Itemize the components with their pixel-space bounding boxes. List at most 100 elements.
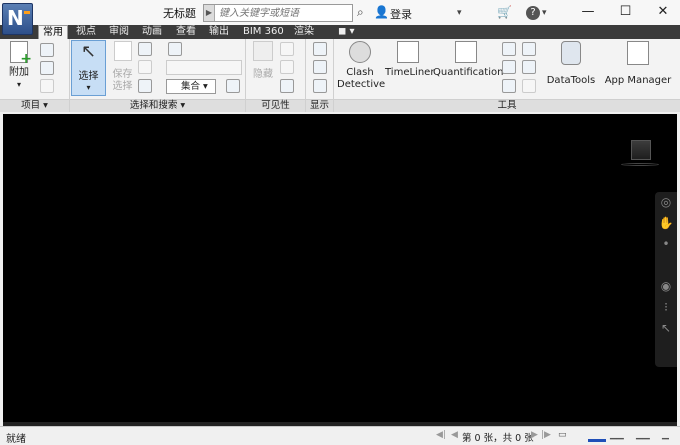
tab-view[interactable]: 查看 [172, 25, 200, 39]
login-button[interactable]: 登录 [390, 6, 412, 22]
select-all-icon[interactable] [138, 42, 152, 56]
search-box[interactable]: ▶ [203, 4, 353, 22]
quantification-icon [455, 41, 477, 63]
close-button[interactable]: ✕ [646, 0, 680, 25]
binoculars-icon[interactable]: ⌕ [357, 5, 364, 20]
refresh-icon[interactable] [40, 43, 54, 57]
prev-sheet-icon[interactable]: ◀ [451, 430, 458, 440]
scripter-icon[interactable] [502, 60, 516, 74]
page-indicator: 第 0 张，共 0 张 [462, 433, 534, 444]
panel-project: + 附加 ▾ 项目 ▾ [0, 39, 70, 112]
appearance-profiler-icon[interactable] [522, 42, 536, 56]
logo-accent [24, 11, 30, 14]
orbit-icon[interactable]: ◉ [655, 276, 677, 297]
application-menu-button[interactable]: N [2, 3, 33, 35]
last-sheet-icon[interactable]: |▶ [541, 430, 551, 440]
tab-review[interactable]: 审阅 [105, 25, 133, 39]
unhide-all-icon[interactable] [280, 79, 294, 93]
viewcube-icon[interactable] [631, 140, 651, 160]
tab-animation[interactable]: 动画 [138, 25, 166, 39]
require-icon[interactable] [280, 42, 294, 56]
panel-label[interactable]: 项目 ▾ [0, 99, 69, 112]
walk-icon[interactable]: ⁝ [655, 297, 677, 318]
login-dropdown-icon[interactable]: ▾ [457, 8, 462, 18]
tab-render[interactable]: 渲染 [290, 25, 318, 39]
select-pointer-icon[interactable]: ↖ [655, 318, 677, 339]
cursor-icon: ↖ [80, 41, 97, 62]
hide-unselected-icon[interactable] [280, 60, 294, 74]
batch-utility-icon[interactable] [522, 60, 536, 74]
next-sheet-icon[interactable]: ▶ [531, 430, 538, 440]
find-items-icon[interactable] [168, 42, 182, 56]
save-selection-button[interactable]: 保存 选择 [110, 41, 135, 93]
selection-tree-icon[interactable] [138, 79, 152, 93]
pencil-progress-bar [588, 439, 606, 442]
tab-home[interactable]: 常用 [38, 25, 68, 40]
select-button[interactable]: ↖ 选择 ▾ [71, 40, 106, 96]
first-sheet-icon[interactable]: ◀| [436, 430, 446, 440]
search-input[interactable] [216, 5, 352, 21]
web-server-progress-icon: ▁▁ [636, 430, 650, 440]
viewcube-ring[interactable] [621, 163, 659, 166]
append-button[interactable]: + 附加 ▾ [4, 41, 34, 91]
steering-wheel-icon[interactable]: ◎ [655, 192, 677, 213]
clash-detective-button[interactable]: Clash Detective [337, 41, 386, 91]
quantification-label: Quantification [433, 67, 504, 78]
hide-icon [253, 41, 273, 61]
maximize-button[interactable]: ☐ [609, 0, 643, 25]
save-label-2: 选择 [112, 81, 133, 92]
hide-button[interactable]: 隐藏 [250, 41, 276, 81]
file-options-icon[interactable] [40, 79, 54, 93]
timeliner-icon [397, 41, 419, 63]
links-icon[interactable] [313, 42, 327, 56]
memory-icon: ▁ [662, 430, 669, 440]
minimize-button[interactable]: — [571, 0, 605, 25]
app-manager-button[interactable]: App Manager [603, 41, 673, 87]
datatools-button[interactable]: DataTools [546, 41, 596, 87]
quantification-button[interactable]: Quantification [433, 41, 503, 79]
disk-progress-icon: ▁▁ [610, 430, 624, 440]
app-manager-icon [627, 41, 649, 65]
clash-label-2: Detective [337, 79, 386, 90]
document-title: 无标题 [163, 7, 196, 20]
clash-label: Clash [346, 67, 374, 78]
append-icon: + [10, 41, 32, 66]
sets-dropdown[interactable]: 集合 ▾ [166, 79, 216, 94]
quick-find-input[interactable] [166, 60, 242, 75]
tab-bim360[interactable]: BIM 360 [239, 25, 288, 39]
pan-hand-icon[interactable]: ✋ [655, 213, 677, 234]
navigation-bar: ◎ ✋ • ◉ ⁝ ↖ [655, 192, 677, 367]
select-same-icon[interactable] [138, 60, 152, 74]
zoom-icon[interactable]: • [655, 234, 677, 255]
timeliner-label: TimeLiner [385, 67, 435, 78]
compare-icon[interactable] [502, 79, 516, 93]
ribbon: + 附加 ▾ 项目 ▾ 选择和搜索 ▾ ↖ 选择 ▾ 保存 选择 集合 ▾ 可见性 … [0, 39, 680, 112]
panel-label: 工具 [334, 99, 680, 112]
manage-sets-icon[interactable] [226, 79, 240, 93]
quick-properties-icon[interactable] [313, 60, 327, 74]
hide-label: 隐藏 [253, 69, 273, 80]
datatools-label: DataTools [546, 75, 596, 86]
tab-viewpoint[interactable]: 视点 [72, 25, 100, 39]
reset-icon[interactable] [40, 61, 54, 75]
autodesk-rendering-icon[interactable] [522, 79, 536, 93]
search-expand-icon[interactable]: ▶ [204, 5, 215, 21]
help-dropdown-icon[interactable]: ▾ [542, 8, 547, 18]
3d-viewport[interactable]: ◎ ✋ • ◉ ⁝ ↖ [3, 114, 677, 426]
cart-icon[interactable]: 🛒 [497, 5, 512, 19]
tab-output[interactable]: 输出 [205, 25, 233, 39]
clash-detective-icon [349, 41, 371, 63]
sheet-browser-icon[interactable]: ▭ [558, 430, 567, 440]
animator-icon[interactable] [502, 42, 516, 56]
panel-label: 可见性 [246, 99, 305, 112]
properties-icon[interactable] [313, 79, 327, 93]
panel-label[interactable]: 选择和搜索 ▾ [70, 99, 245, 112]
tab-extra-menu[interactable]: ◼ ▾ [334, 25, 359, 39]
user-icon: 👤 [374, 5, 389, 19]
chevron-down-icon: ▾ [86, 83, 91, 92]
timeliner-button[interactable]: TimeLiner [385, 41, 435, 79]
app-logo: N [7, 6, 24, 30]
status-ready: 就绪 [6, 434, 26, 445]
help-icon[interactable]: ? [526, 6, 540, 20]
